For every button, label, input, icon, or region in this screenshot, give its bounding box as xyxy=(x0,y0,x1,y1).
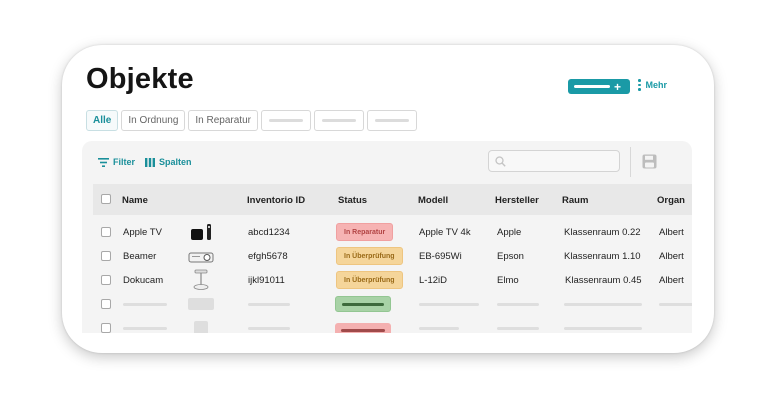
select-all-checkbox[interactable] xyxy=(101,194,111,204)
cell-hersteller: Apple xyxy=(497,227,522,238)
column-header-inventorio-id[interactable]: Inventorio ID xyxy=(247,195,305,206)
cell-raum: Klassenraum 0.22 xyxy=(564,227,641,238)
skeleton-line xyxy=(419,303,479,306)
tab-alle[interactable]: Alle xyxy=(86,110,119,131)
table-row[interactable]: Dokucam ijkl91011 In Überprüfung L-12iD … xyxy=(93,269,692,293)
cell-raum: Klassenraum 0.45 xyxy=(565,275,642,286)
tab-in-ordnung[interactable]: In Ordnung xyxy=(121,110,186,131)
cell-hersteller: Elmo xyxy=(497,275,519,286)
skeleton-line xyxy=(248,327,290,330)
table-toolbar: Filter Spalten xyxy=(98,157,192,167)
skeleton-row xyxy=(93,317,692,333)
button-label-placeholder xyxy=(574,85,610,88)
skeleton-line xyxy=(419,327,459,330)
skeleton-status-badge xyxy=(335,323,391,333)
cell-inventorio-id: abcd1234 xyxy=(248,227,290,238)
search-input[interactable] xyxy=(488,150,620,172)
cell-modell: EB-695Wi xyxy=(419,251,462,262)
toolbar-divider xyxy=(630,147,631,177)
skeleton-thumbnail xyxy=(194,321,208,333)
cell-inventorio-id: ijkl91011 xyxy=(248,275,285,286)
filter-label: Filter xyxy=(113,157,136,167)
cell-name: Apple TV xyxy=(123,227,162,238)
cell-modell: L-12iD xyxy=(419,275,447,286)
page-title: Objekte xyxy=(86,63,194,95)
cell-inventorio-id: efgh5678 xyxy=(248,251,288,262)
plus-icon: + xyxy=(614,79,622,94)
skeleton-thumbnail xyxy=(188,298,214,310)
skeleton-status-badge xyxy=(335,296,391,312)
column-header-organisation[interactable]: Organ xyxy=(657,195,685,206)
skeleton-line xyxy=(248,303,290,306)
more-label: Mehr xyxy=(645,79,668,90)
objects-card: Objekte + Mehr Alle In Ordnung In Repara… xyxy=(62,45,714,353)
cell-modell: Apple TV 4k xyxy=(419,227,471,238)
skeleton-line xyxy=(123,303,167,306)
skeleton-row xyxy=(93,293,692,317)
tab-placeholder[interactable] xyxy=(313,110,364,131)
table-row[interactable]: Apple TV abcd1234 In Reparatur Apple TV … xyxy=(93,221,692,245)
filter-button[interactable]: Filter xyxy=(98,157,135,167)
skeleton-line xyxy=(564,303,642,306)
table-row[interactable]: Beamer efgh5678 In Überprüfung EB-695Wi … xyxy=(93,245,692,269)
columns-label: Spalten xyxy=(159,157,192,167)
filter-icon xyxy=(98,157,109,167)
skeleton-line xyxy=(497,327,539,330)
row-checkbox[interactable] xyxy=(101,299,111,309)
skeleton-line xyxy=(497,303,539,306)
columns-icon xyxy=(145,157,156,167)
save-icon[interactable] xyxy=(642,154,657,169)
row-checkbox[interactable] xyxy=(101,275,111,285)
cell-name: Dokucam xyxy=(123,275,164,286)
column-header-status[interactable]: Status xyxy=(338,195,367,206)
row-checkbox[interactable] xyxy=(101,251,111,261)
status-badge: In Überprüfung xyxy=(336,247,403,265)
cell-name: Beamer xyxy=(123,251,157,262)
cell-hersteller: Epson xyxy=(497,251,524,262)
search-icon xyxy=(495,156,506,167)
row-checkbox[interactable] xyxy=(101,323,111,333)
projector-thumbnail-icon xyxy=(188,252,214,263)
tab-placeholder[interactable] xyxy=(366,110,417,131)
add-object-button[interactable]: + xyxy=(568,79,630,94)
more-menu-button[interactable]: Mehr xyxy=(638,79,667,91)
row-checkbox[interactable] xyxy=(101,227,111,237)
column-header-name[interactable]: Name xyxy=(122,195,148,206)
status-badge: In Überprüfung xyxy=(336,271,403,289)
columns-button[interactable]: Spalten xyxy=(145,157,192,167)
document-camera-thumbnail-icon xyxy=(193,269,209,290)
cell-raum: Klassenraum 1.10 xyxy=(564,251,641,262)
column-header-hersteller[interactable]: Hersteller xyxy=(495,195,539,206)
cell-organisation: Albert xyxy=(659,251,684,262)
skeleton-line xyxy=(659,303,692,306)
table-panel: Filter Spalten Name Inventorio ID Status… xyxy=(82,141,692,333)
kebab-menu-icon xyxy=(638,79,641,91)
column-header-raum[interactable]: Raum xyxy=(562,195,588,206)
status-badge: In Reparatur xyxy=(336,223,394,241)
cell-organisation: Albert xyxy=(659,227,684,238)
tab-placeholder[interactable] xyxy=(260,110,311,131)
filter-tabs: Alle In Ordnung In Reparatur xyxy=(86,110,417,131)
apple-tv-thumbnail-icon xyxy=(191,224,211,240)
table-header: Name Inventorio ID Status Modell Herstel… xyxy=(93,184,692,215)
tab-in-reparatur[interactable]: In Reparatur xyxy=(188,110,258,131)
cell-organisation: Albert xyxy=(659,275,684,286)
skeleton-line xyxy=(123,327,167,330)
skeleton-line xyxy=(564,327,642,330)
column-header-modell[interactable]: Modell xyxy=(418,195,448,206)
